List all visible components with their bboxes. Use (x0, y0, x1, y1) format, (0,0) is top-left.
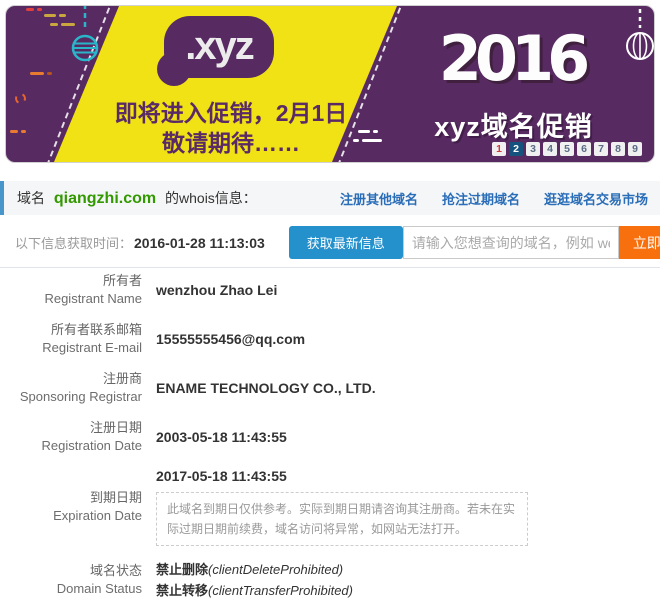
status-cn: 禁止转移 (156, 583, 208, 598)
registration-date-value: 2003-05-18 11:43:55 (142, 419, 287, 455)
status-en: (clientDeleteProhibited) (208, 562, 343, 577)
whois-title-suffix: 的whois信息： (165, 190, 257, 206)
decor-arc (14, 92, 28, 106)
whois-table: 所有者 Registrant Name wenzhou Zhao Lei 所有者… (0, 272, 660, 614)
banner-pagination: 1 2 3 4 5 6 7 8 9 (492, 142, 642, 156)
row-registration-date: 注册日期 Registration Date 2003-05-18 11:43:… (0, 419, 660, 455)
search-now-button[interactable]: 立即查询 (619, 226, 660, 259)
row-label: 域名状态 Domain Status (0, 562, 142, 598)
status-line: 禁止转移(clientTransferProhibited) (156, 580, 353, 601)
banner-page-3[interactable]: 3 (526, 142, 540, 156)
label-cn: 注册商 (0, 370, 142, 388)
label-cn: 到期日期 (0, 489, 142, 507)
hanging-lantern-icon (623, 9, 655, 67)
row-domain-status: 域名状态 Domain Status 禁止删除(clientDeleteProh… (0, 559, 660, 601)
link-backorder-expired-domains[interactable]: 抢注过期域名 (442, 189, 520, 208)
banner-page-6[interactable]: 6 (577, 142, 591, 156)
queried-domain: qiangzhi.com (54, 190, 156, 207)
status-line: 禁止删除(clientDeleteProhibited) (156, 559, 353, 580)
fetch-time-label: 以下信息获取时间： (15, 233, 132, 252)
banner-year: 2016 (411, 22, 611, 95)
row-label: 到期日期 Expiration Date (0, 489, 142, 525)
label-cn: 所有者联系邮箱 (0, 321, 142, 339)
domain-search-group: 立即查询 (403, 226, 660, 259)
link-domain-marketplace[interactable]: 逛逛域名交易市场 (544, 189, 648, 208)
expiration-date-value: 2017-05-18 11:43:55 (156, 468, 528, 484)
label-en: Registrant Name (0, 290, 142, 308)
row-label: 所有者 Registrant Name (0, 272, 142, 308)
domain-status-block: 禁止删除(clientDeleteProhibited) 禁止转移(client… (142, 559, 353, 601)
decor-dash (47, 72, 52, 75)
row-registrant-name: 所有者 Registrant Name wenzhou Zhao Lei (0, 272, 660, 308)
row-expiration-date: 到期日期 Expiration Date 2017-05-18 11:43:55… (0, 468, 660, 546)
xyz-logo-text: .xyz (185, 24, 253, 68)
label-cn: 域名状态 (0, 562, 142, 580)
decor-dash (37, 8, 42, 11)
banner-page-2-active[interactable]: 2 (509, 142, 523, 156)
banner-promo-line1: 即将进入促销，2月1日 (81, 94, 381, 128)
banner-promo-line2: 敬请期待…… (81, 124, 381, 158)
decor-dash (10, 130, 18, 133)
banner-page-1[interactable]: 1 (492, 142, 506, 156)
registrar-value: ENAME TECHNOLOGY CO., LTD. (142, 370, 376, 406)
decor-dash (44, 14, 56, 17)
xyz-promo-banner[interactable]: .xyz 即将进入促销，2月1日 敬请期待…… 2016 xyz域名促销 1 2… (5, 5, 655, 163)
label-en: Domain Status (0, 580, 142, 598)
registrant-name-value: wenzhou Zhao Lei (142, 272, 277, 308)
banner-page-8[interactable]: 8 (611, 142, 625, 156)
refresh-whois-button[interactable]: 获取最新信息 (289, 226, 403, 259)
banner-page-9[interactable]: 9 (628, 142, 642, 156)
header-links: 注册其他域名 抢注过期域名 逛逛域名交易市场 (340, 189, 648, 208)
banner-page-7[interactable]: 7 (594, 142, 608, 156)
xyz-logo: .xyz (164, 16, 274, 78)
fetch-time-value: 2016-01-28 11:13:03 (134, 235, 265, 251)
link-register-other-domains[interactable]: 注册其他域名 (340, 189, 418, 208)
row-label: 注册日期 Registration Date (0, 419, 142, 455)
label-en: Expiration Date (0, 507, 142, 525)
whois-section-header: 域名 qiangzhi.com 的whois信息： 注册其他域名 抢注过期域名 … (0, 181, 660, 215)
row-registrant-email: 所有者联系邮箱 Registrant E-mail 15555555456@qq… (0, 321, 660, 357)
status-cn: 禁止删除 (156, 562, 208, 577)
label-cn: 注册日期 (0, 419, 142, 437)
banner-title: xyz域名促销 (406, 105, 621, 144)
decor-dash (21, 130, 26, 133)
status-en: (clientTransferProhibited) (208, 583, 353, 598)
decor-dash (30, 72, 44, 75)
decor-dash (50, 23, 58, 26)
whois-toolbar: 以下信息获取时间： 2016-01-28 11:13:03 获取最新信息 立即查… (0, 222, 660, 268)
row-label: 注册商 Sponsoring Registrar (0, 370, 142, 406)
label-en: Registration Date (0, 437, 142, 455)
whois-title: 域名 qiangzhi.com 的whois信息： (17, 188, 257, 208)
expiration-note: 此域名到期日仅供参考。实际到期日期请咨询其注册商。若未在实际过期日期前续费，域名… (156, 492, 528, 546)
whois-title-prefix: 域名 (17, 190, 45, 206)
domain-search-input[interactable] (403, 226, 619, 259)
banner-page-4[interactable]: 4 (543, 142, 557, 156)
label-en: Sponsoring Registrar (0, 388, 142, 406)
row-label: 所有者联系邮箱 Registrant E-mail (0, 321, 142, 357)
hanging-ball-icon (62, 5, 108, 68)
decor-dash (26, 8, 34, 11)
expiration-date-block: 2017-05-18 11:43:55 此域名到期日仅供参考。实际到期日期请咨询… (142, 468, 528, 546)
label-en: Registrant E-mail (0, 339, 142, 357)
banner-page-5[interactable]: 5 (560, 142, 574, 156)
registrant-email-value: 15555555456@qq.com (142, 321, 305, 357)
label-cn: 所有者 (0, 272, 142, 290)
row-registrar: 注册商 Sponsoring Registrar ENAME TECHNOLOG… (0, 370, 660, 406)
